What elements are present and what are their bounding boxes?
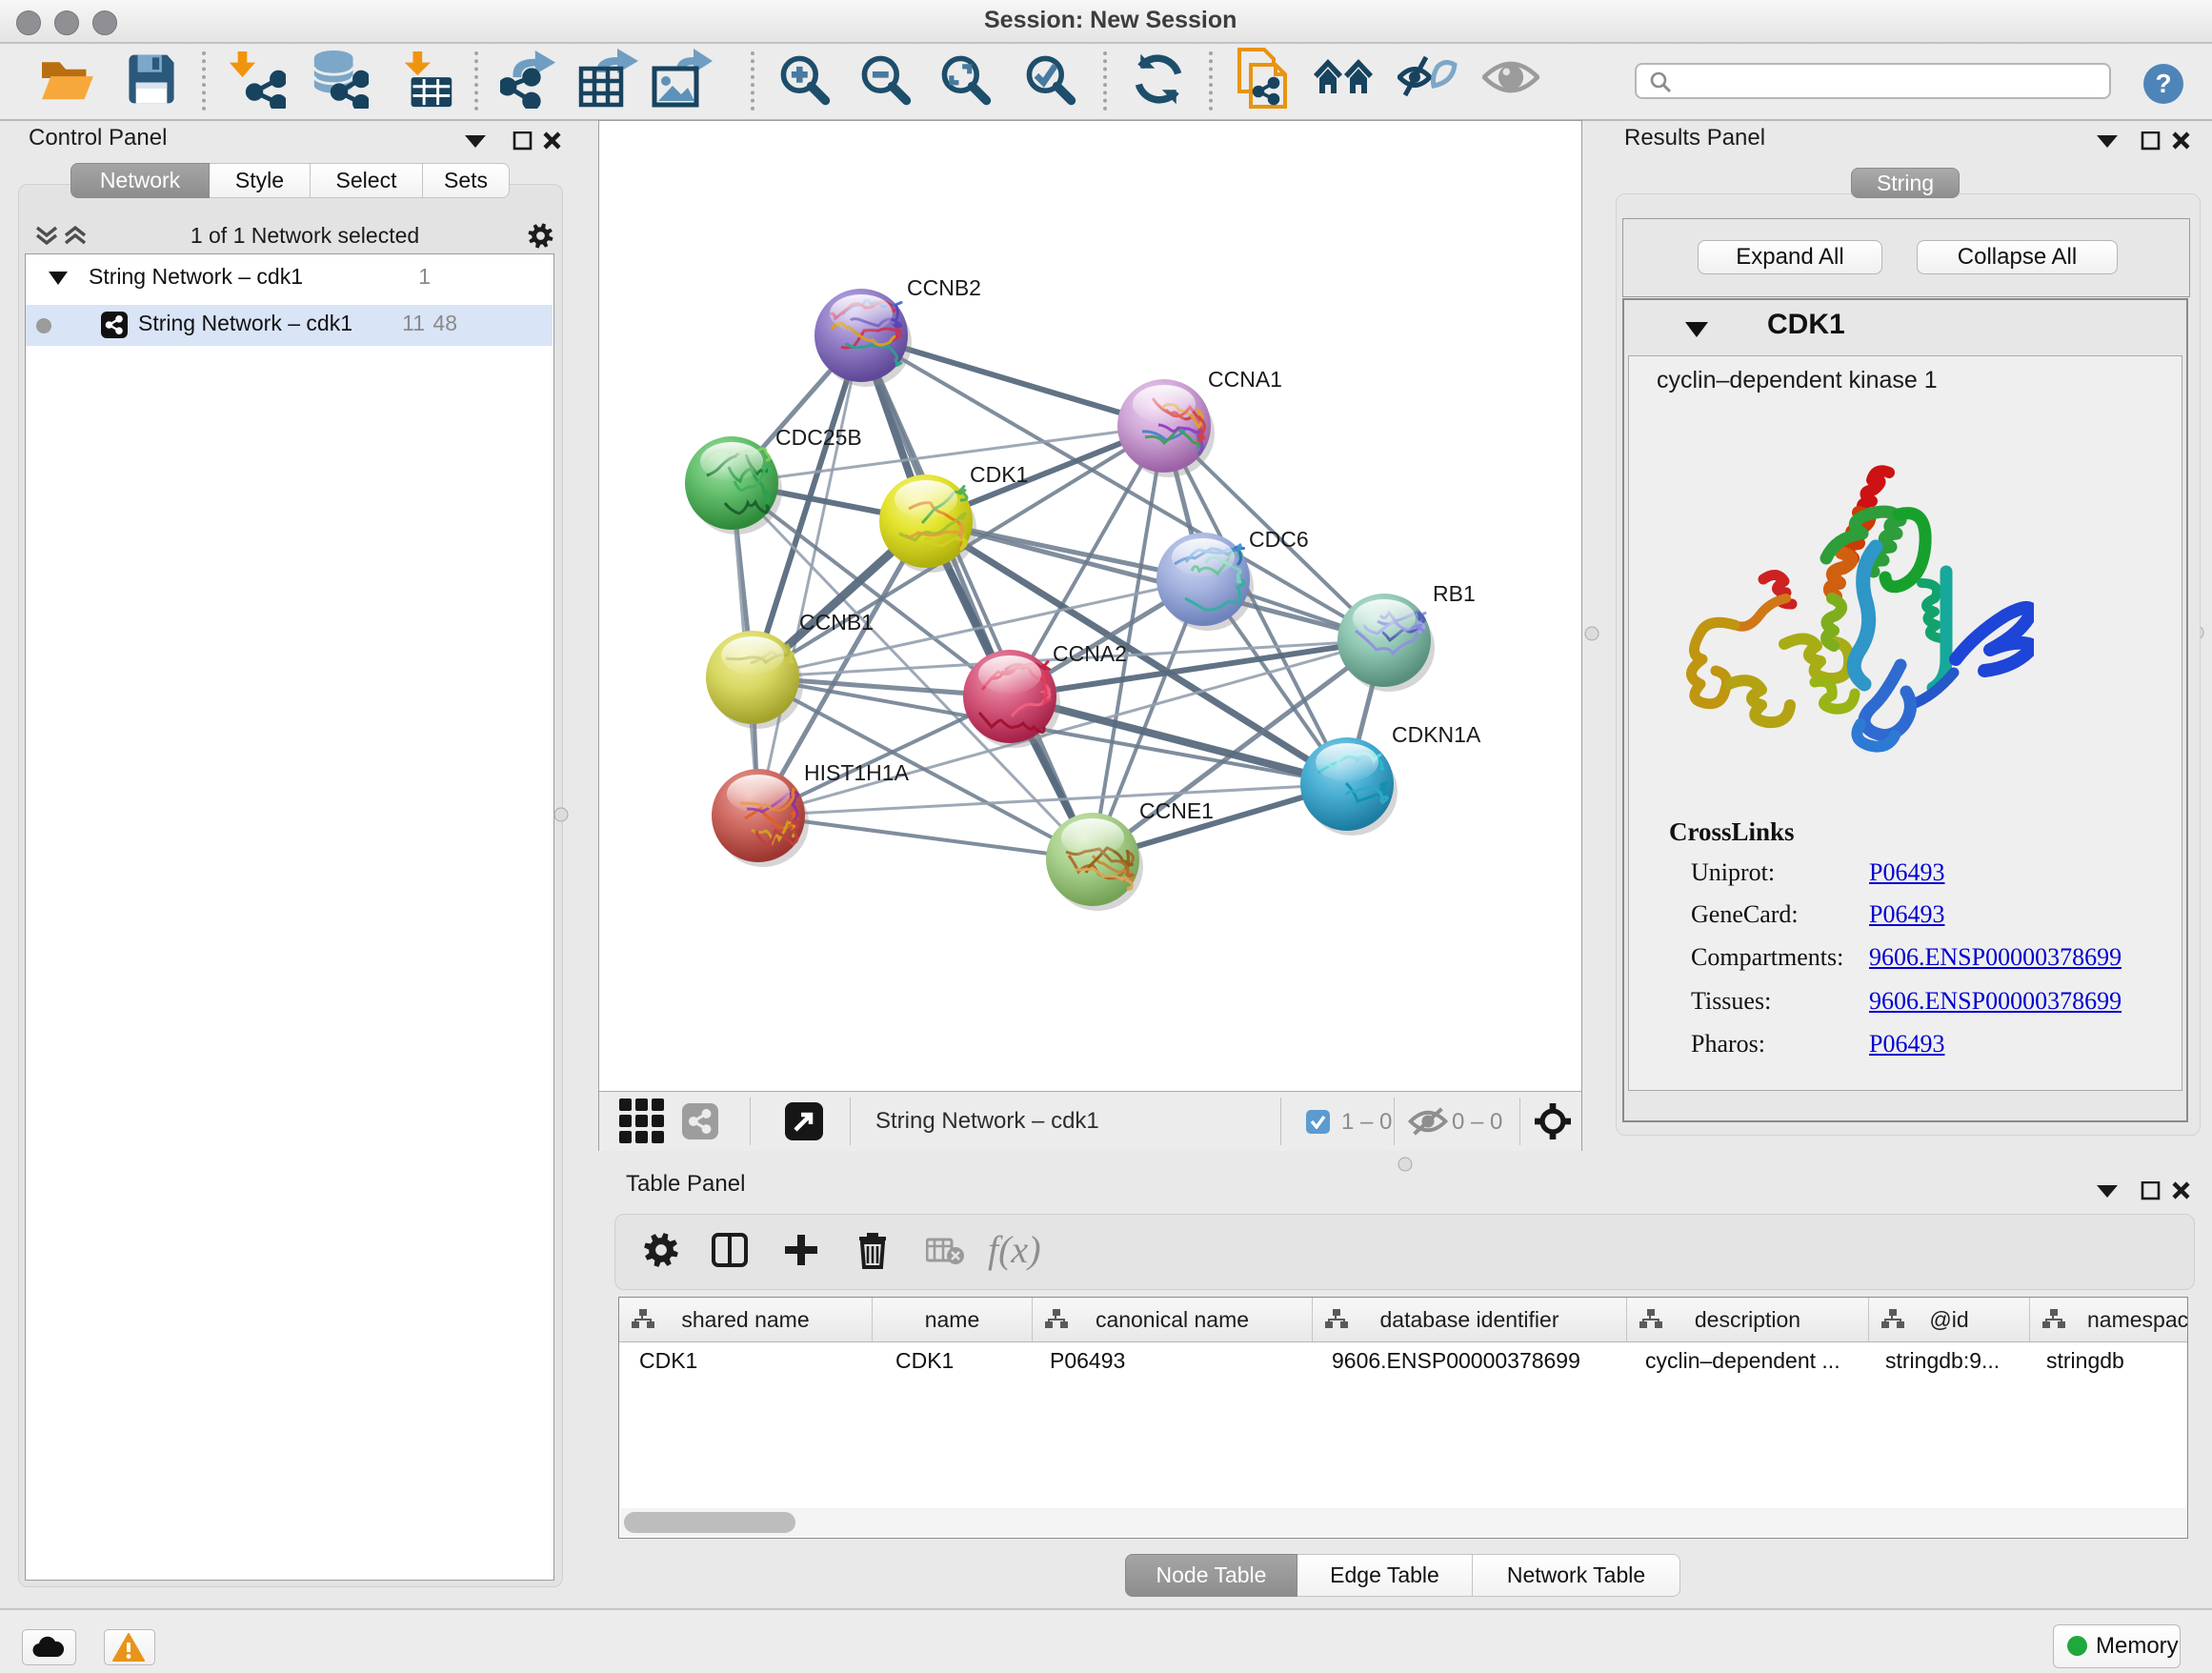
svg-text:CDK1: CDK1 bbox=[970, 462, 1028, 487]
svg-text:?: ? bbox=[2155, 69, 2171, 98]
svg-text:CCNB1: CCNB1 bbox=[799, 610, 874, 635]
svg-text:CCNA1: CCNA1 bbox=[1208, 367, 1282, 392]
svg-text:CCNA2: CCNA2 bbox=[1053, 641, 1127, 666]
svg-text:CDKN1A: CDKN1A bbox=[1392, 722, 1481, 747]
svg-text:RB1: RB1 bbox=[1433, 581, 1476, 606]
svg-text:CCNB2: CCNB2 bbox=[907, 275, 981, 300]
svg-text:HIST1H1A: HIST1H1A bbox=[804, 760, 910, 785]
svg-text:CDC25B: CDC25B bbox=[775, 425, 862, 450]
svg-text:CDC6: CDC6 bbox=[1249, 527, 1309, 552]
svg-text:CCNE1: CCNE1 bbox=[1139, 798, 1214, 823]
